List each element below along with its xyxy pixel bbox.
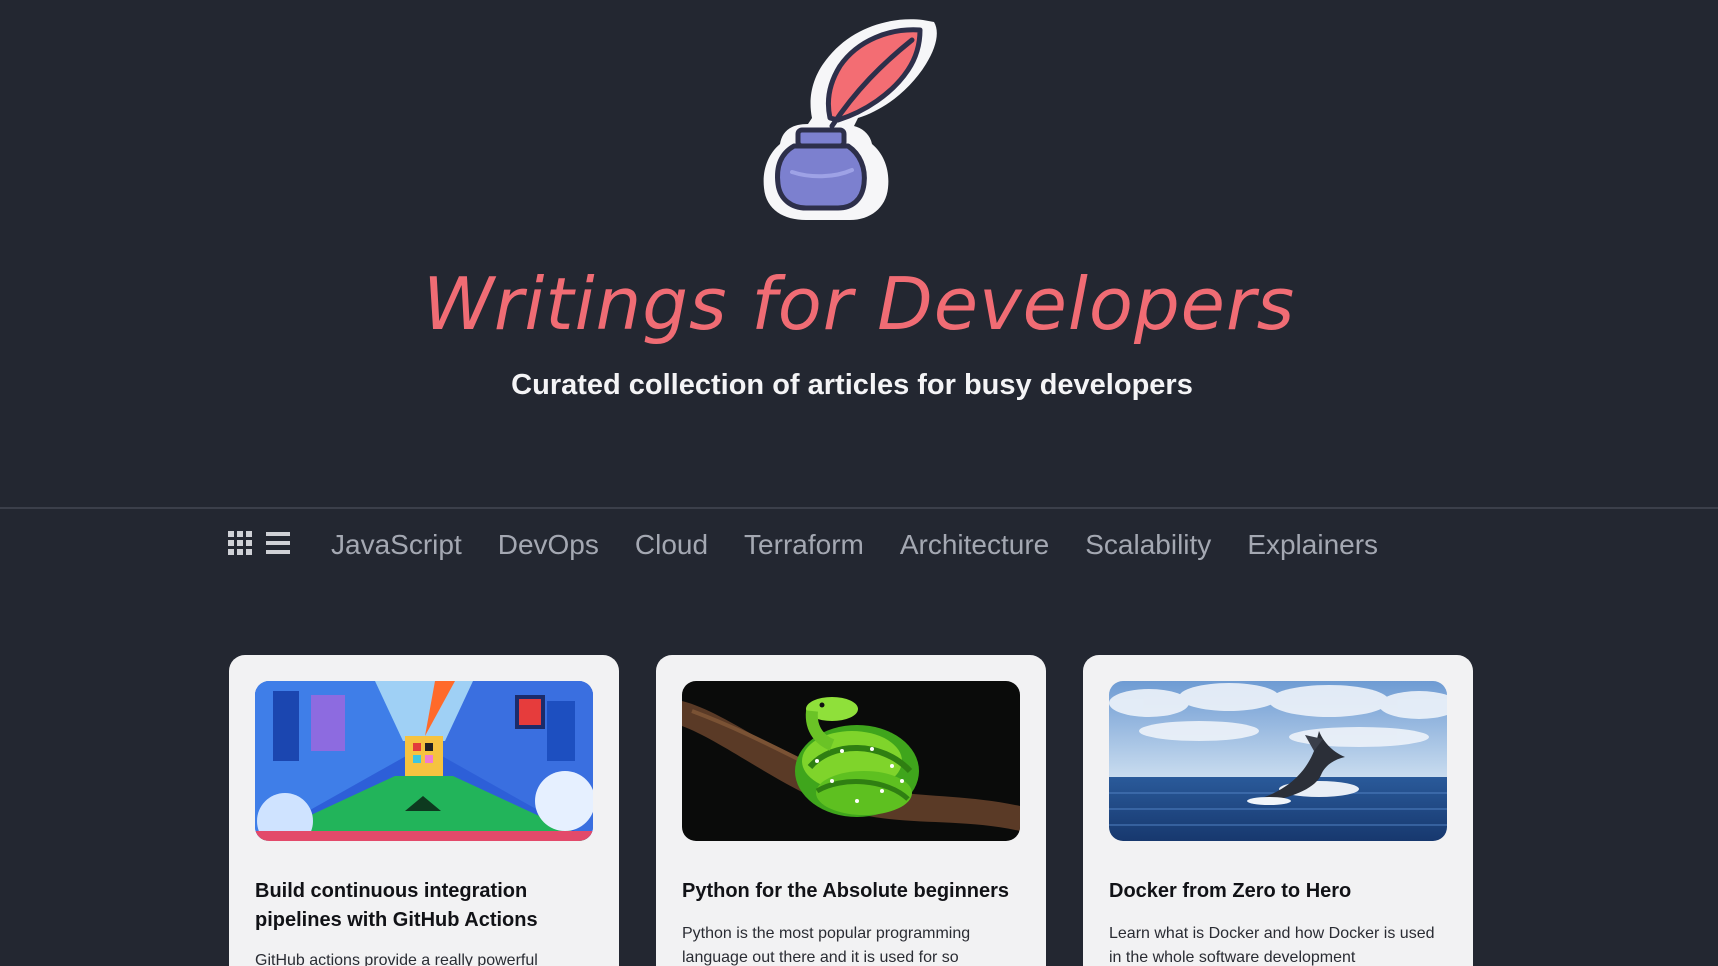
article-thumbnail-abstract-corridor bbox=[255, 681, 593, 841]
site-tagline: Curated collection of articles for busy … bbox=[511, 369, 1193, 401]
site-title: Writings for Developers bbox=[422, 262, 1296, 346]
nav-link-cloud[interactable]: Cloud bbox=[635, 520, 708, 570]
nav-link-scalability[interactable]: Scalability bbox=[1085, 520, 1211, 570]
nav-link-devops[interactable]: DevOps bbox=[498, 520, 599, 570]
grid-view-icon[interactable] bbox=[227, 530, 253, 556]
page: Writings for Developers Curated collecti… bbox=[0, 0, 1718, 966]
article-excerpt: GitHub actions provide a really powerful bbox=[255, 952, 538, 966]
view-toggle bbox=[227, 530, 291, 556]
nav-link-terraform[interactable]: Terraform bbox=[744, 520, 864, 570]
article-card[interactable]: Build continuous integration pipelines w… bbox=[229, 655, 619, 966]
header-divider bbox=[0, 507, 1718, 509]
article-excerpt: Learn what is Docker and how Docker is u… bbox=[1109, 925, 1435, 966]
nav-link-javascript[interactable]: JavaScript bbox=[331, 520, 462, 570]
nav-link-architecture[interactable]: Architecture bbox=[900, 520, 1049, 570]
article-thumbnail-whale-tail bbox=[1109, 681, 1447, 841]
list-view-icon[interactable] bbox=[265, 530, 291, 556]
article-card[interactable]: Python for the Absolute beginners Python… bbox=[656, 655, 1046, 966]
article-title[interactable]: Docker from Zero to Hero bbox=[1109, 877, 1449, 906]
article-excerpt: Python is the most popular programming l… bbox=[682, 925, 971, 966]
article-title[interactable]: Python for the Absolute beginners bbox=[682, 877, 1022, 906]
category-nav: JavaScript DevOps Cloud Terraform Archit… bbox=[0, 520, 1718, 570]
category-links: JavaScript DevOps Cloud Terraform Archit… bbox=[331, 520, 1378, 570]
article-title[interactable]: Build continuous integration pipelines w… bbox=[255, 877, 595, 935]
article-card[interactable]: Docker from Zero to Hero Learn what is D… bbox=[1083, 655, 1473, 966]
quill-inkwell-logo bbox=[763, 19, 937, 221]
article-thumbnail-python-snake bbox=[682, 681, 1020, 841]
nav-link-explainers[interactable]: Explainers bbox=[1247, 520, 1378, 570]
